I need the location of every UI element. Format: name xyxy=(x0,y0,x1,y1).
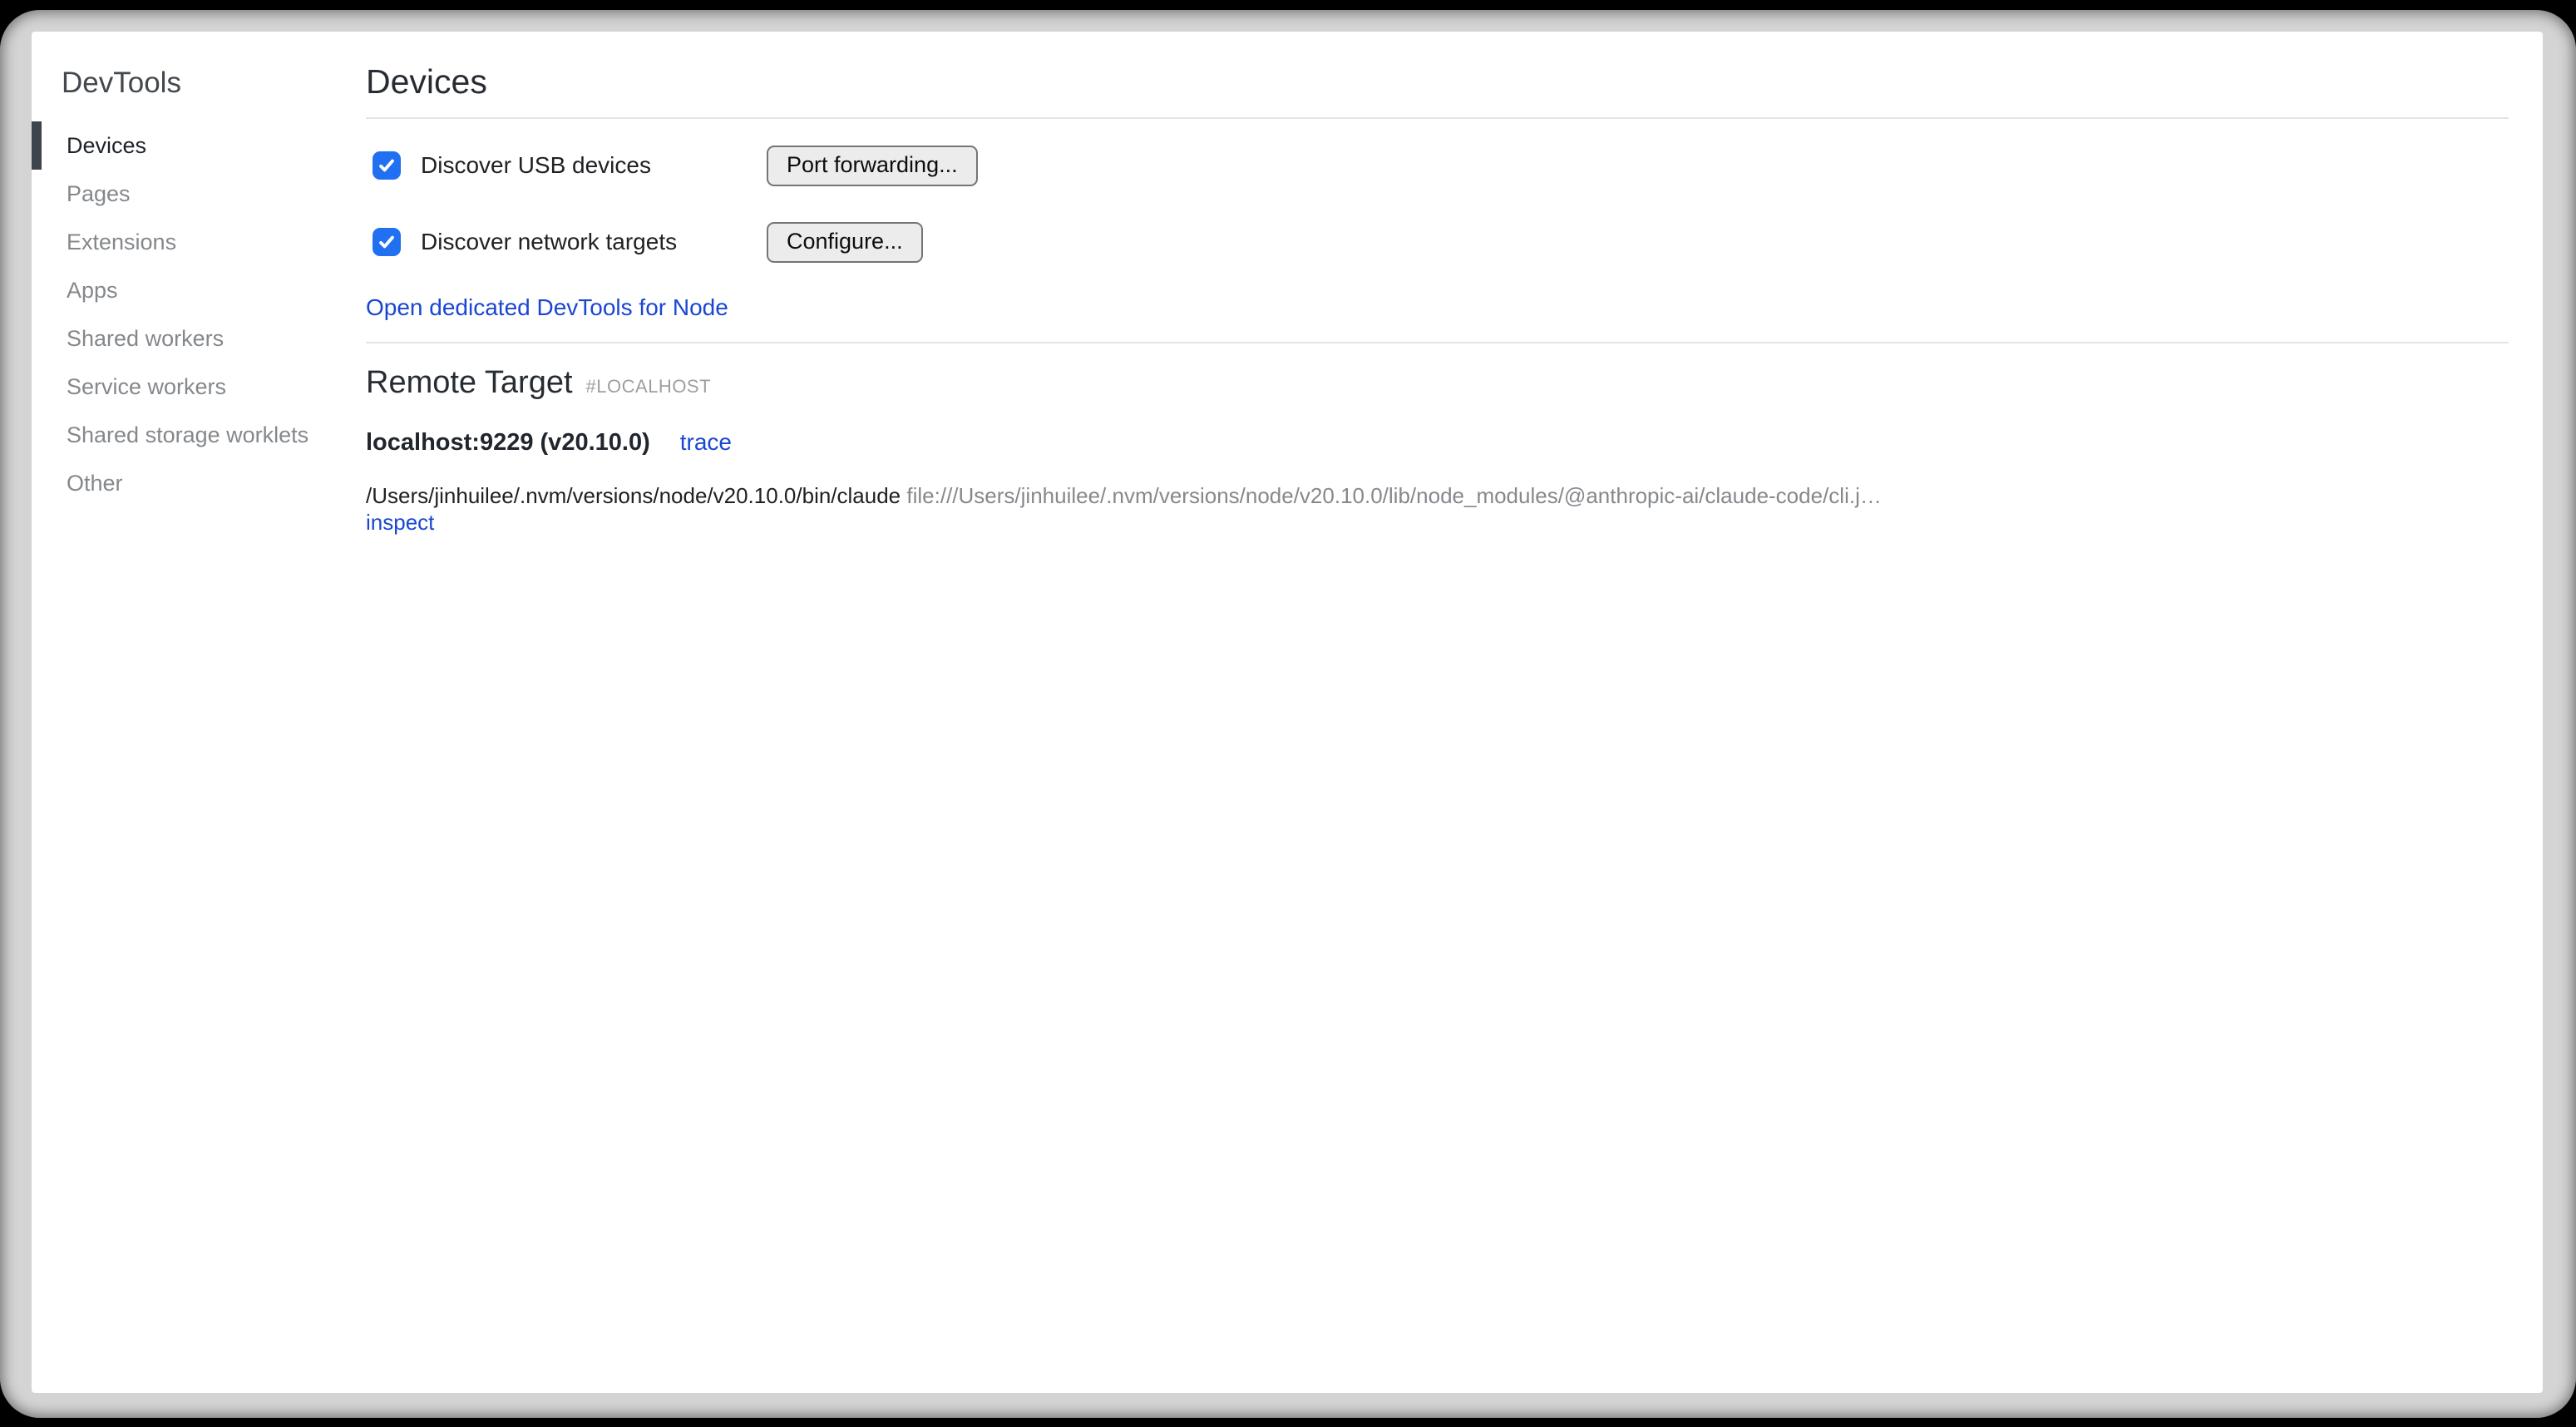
inspect-page: DevTools Devices Pages Extensions Apps S… xyxy=(32,32,2543,1393)
main-content: Devices Discover USB devices Port forwar… xyxy=(366,32,2543,1393)
file-url: file:///Users/jinhuilee/.nvm/versions/no… xyxy=(906,483,1881,508)
sidebar-item-shared-workers[interactable]: Shared workers xyxy=(32,314,366,363)
target-name: localhost:9229 (v20.10.0) xyxy=(366,428,650,457)
sidebar-item-label: Service workers xyxy=(67,374,226,399)
discover-usb-row: Discover USB devices Port forwarding... xyxy=(366,147,2509,184)
process-path: /Users/jinhuilee/.nvm/versions/node/v20.… xyxy=(366,483,901,508)
discover-network-label: Discover network targets xyxy=(421,229,677,255)
sidebar-item-label: Apps xyxy=(67,278,118,303)
sidebar-item-apps[interactable]: Apps xyxy=(32,266,366,314)
sidebar-item-label: Shared storage worklets xyxy=(67,422,308,447)
inspect-link[interactable]: inspect xyxy=(366,510,434,535)
checkmark-icon xyxy=(377,232,397,252)
sidebar-item-service-workers[interactable]: Service workers xyxy=(32,363,366,411)
header-divider xyxy=(366,117,2509,119)
discover-network-checkbox[interactable] xyxy=(373,228,401,256)
target-row: localhost:9229 (v20.10.0) trace xyxy=(366,428,2509,457)
section-divider xyxy=(366,342,2509,343)
port-forwarding-button[interactable]: Port forwarding... xyxy=(767,146,978,186)
inspect-row: inspect xyxy=(366,510,2509,535)
trace-link[interactable]: trace xyxy=(680,428,732,457)
sidebar-item-label: Extensions xyxy=(67,230,176,254)
discover-usb-option: Discover USB devices xyxy=(366,151,767,180)
sidebar-item-shared-storage-worklets[interactable]: Shared storage worklets xyxy=(32,411,366,459)
remote-target-header: Remote Target #LOCALHOST xyxy=(366,363,2509,402)
discover-usb-label: Discover USB devices xyxy=(421,152,651,179)
sidebar: DevTools Devices Pages Extensions Apps S… xyxy=(32,32,366,1393)
sidebar-item-other[interactable]: Other xyxy=(32,459,366,507)
sidebar-item-label: Other xyxy=(67,471,123,496)
sidebar-item-label: Pages xyxy=(67,181,131,206)
discover-network-row: Discover network targets Configure... xyxy=(366,224,2509,260)
target-path-row: /Users/jinhuilee/.nvm/versions/node/v20.… xyxy=(366,483,2509,508)
discover-usb-checkbox[interactable] xyxy=(373,151,401,180)
sidebar-item-label: Devices xyxy=(67,133,146,158)
sidebar-title: DevTools xyxy=(62,67,366,100)
sidebar-item-label: Shared workers xyxy=(67,326,224,351)
configure-button[interactable]: Configure... xyxy=(767,222,923,263)
open-node-devtools-link[interactable]: Open dedicated DevTools for Node xyxy=(366,294,728,322)
resize-grip[interactable] xyxy=(2564,1401,2576,1418)
sidebar-item-extensions[interactable]: Extensions xyxy=(32,218,366,266)
devtools-window: DevTools Devices Pages Extensions Apps S… xyxy=(0,10,2576,1418)
sidebar-item-pages[interactable]: Pages xyxy=(32,170,366,218)
discover-network-option: Discover network targets xyxy=(366,228,767,256)
sidebar-item-devices[interactable]: Devices xyxy=(32,121,366,170)
localhost-tag: #LOCALHOST xyxy=(586,376,712,397)
checkmark-icon xyxy=(377,156,397,175)
page-title: Devices xyxy=(366,62,2509,102)
remote-target-title: Remote Target xyxy=(366,363,573,402)
